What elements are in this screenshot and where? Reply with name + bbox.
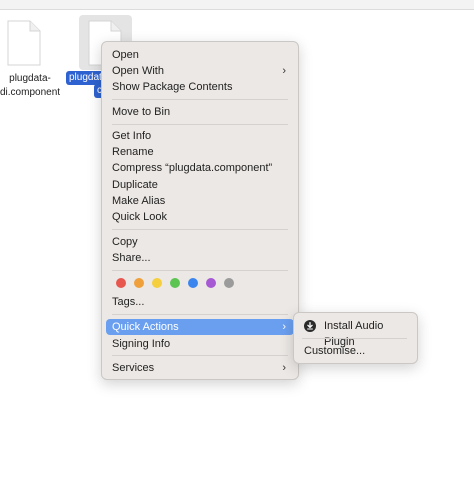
menu-item-label: Move to Bin — [112, 106, 171, 118]
menu-separator — [112, 124, 288, 125]
menu-item-open[interactable]: Open — [106, 47, 294, 63]
menu-item-quick-actions[interactable]: Quick Actions › — [106, 319, 294, 335]
chevron-right-icon: › — [282, 362, 286, 374]
menu-item-get-info[interactable]: Get Info — [106, 128, 294, 144]
download-circle-icon — [304, 320, 316, 332]
menu-item-label: Rename — [112, 146, 154, 158]
menu-item-label: Quick Look — [112, 211, 168, 223]
menu-item-quick-look[interactable]: Quick Look — [106, 209, 294, 225]
menu-item-duplicate[interactable]: Duplicate — [106, 177, 294, 193]
context-menu: Open Open With › Show Package Contents M… — [101, 41, 299, 380]
submenu-item-install-audio-plugin[interactable]: Install Audio Plugin — [298, 318, 413, 348]
menu-item-label: Duplicate — [112, 179, 158, 191]
menu-item-make-alias[interactable]: Make Alias — [106, 193, 294, 209]
submenu-separator — [302, 338, 407, 339]
menu-item-label: Make Alias — [112, 195, 166, 207]
menu-item-label: Services — [112, 362, 155, 374]
menu-item-show-package-contents[interactable]: Show Package Contents — [106, 79, 294, 95]
menu-separator — [112, 355, 288, 356]
quick-actions-submenu: Install Audio Plugin Customise... — [293, 312, 418, 364]
menu-item-label: Open — [112, 49, 139, 61]
tag-color-dot[interactable] — [206, 278, 216, 288]
menu-item-rename[interactable]: Rename — [106, 144, 294, 160]
menu-item-signing-info[interactable]: Signing Info — [106, 336, 294, 352]
menu-item-label: Tags... — [112, 296, 145, 308]
menu-item-move-to-bin[interactable]: Move to Bin — [106, 104, 294, 120]
menu-item-label: Signing Info — [112, 338, 171, 350]
chevron-right-icon: › — [282, 65, 286, 77]
menu-item-share[interactable]: Share... — [106, 250, 294, 266]
file-name-line2: di.component — [0, 87, 61, 98]
finder-toolbar-strip — [0, 0, 474, 10]
menu-item-compress[interactable]: Compress “plugdata.component” — [106, 160, 294, 176]
menu-item-label: Share... — [112, 252, 151, 264]
menu-item-open-with[interactable]: Open With › — [106, 63, 294, 79]
tag-color-dot[interactable] — [224, 278, 234, 288]
submenu-item-customise[interactable]: Customise... — [298, 343, 413, 359]
menu-separator — [112, 99, 288, 100]
menu-separator — [112, 270, 288, 271]
menu-item-label: Copy — [112, 236, 138, 248]
menu-separator — [112, 229, 288, 230]
document-icon — [7, 20, 41, 66]
menu-item-label: Compress “plugdata.component” — [112, 162, 273, 174]
menu-item-label: Quick Actions — [112, 321, 179, 333]
menu-item-tags[interactable]: Tags... — [106, 294, 294, 310]
tag-color-dot[interactable] — [188, 278, 198, 288]
tag-color-dot[interactable] — [152, 278, 162, 288]
menu-item-copy[interactable]: Copy — [106, 234, 294, 250]
file-name-line1: plugdata- — [9, 73, 51, 84]
menu-item-label: Open With — [112, 65, 164, 77]
tag-color-dot[interactable] — [170, 278, 180, 288]
tag-color-dot[interactable] — [134, 278, 144, 288]
menu-item-services[interactable]: Services › — [106, 360, 294, 376]
submenu-item-label: Customise... — [304, 345, 366, 357]
file-name-label: plugdata- di.component — [0, 72, 60, 100]
chevron-right-icon: › — [282, 321, 286, 333]
menu-separator — [112, 314, 288, 315]
menu-item-label: Show Package Contents — [112, 81, 233, 93]
tag-color-dot[interactable] — [116, 278, 126, 288]
menu-item-label: Get Info — [112, 130, 152, 142]
